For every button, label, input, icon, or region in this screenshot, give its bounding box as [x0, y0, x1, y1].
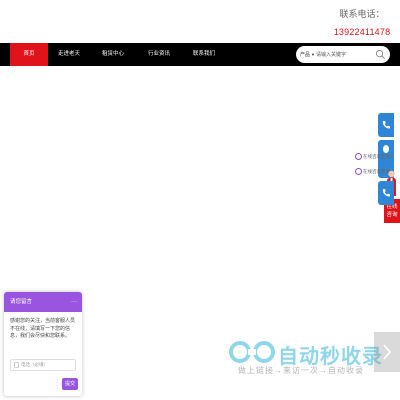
search-box: 产品▼ — [296, 46, 390, 63]
widget-message: 感谢您的关注，当前客服人员不在线，请填写一下您的信息，我们会尽快和您联系。 — [10, 318, 76, 339]
nav-item-contact[interactable]: 联系我们 — [185, 43, 223, 66]
nav-item-news[interactable]: 行业资讯 — [140, 43, 178, 66]
widget-header[interactable]: 请您留言 ··· — [4, 292, 82, 312]
watermark-subtitle: 做上链接→来访一次→自动收录 — [238, 366, 364, 375]
phone-number: 13922411478 — [333, 27, 391, 37]
phone-icon — [382, 189, 390, 197]
watermark-logo-icon — [229, 341, 275, 363]
sidebar-phone-tab[interactable] — [378, 113, 394, 137]
leave-message-widget: 请您留言 ··· 感谢您的关注，当前客服人员不在线，请填写一下您的信息，我们会尽… — [4, 292, 82, 396]
main-nav: 首页 走进老天 租赁中心 行业资讯 联系我们 产品▼ — [0, 43, 400, 66]
next-arrow-button[interactable] — [374, 332, 400, 372]
contact-phone-block: 联系电话： 13922411478 — [332, 8, 392, 39]
service-label: 在线 咨询 — [386, 204, 398, 218]
more-icon[interactable]: ··· — [71, 292, 77, 312]
phone-icon — [382, 121, 390, 129]
submit-button[interactable]: 提交 — [62, 378, 78, 390]
chevron-right-icon — [383, 344, 391, 360]
phone-icon — [14, 362, 19, 368]
qq-row-1[interactable]: 在线咨询客服1 — [355, 152, 393, 162]
qq-row-label: 在线咨询客服1 — [363, 154, 393, 159]
widget-title: 请您留言 — [10, 299, 33, 305]
phone-label: 联系电话： — [339, 9, 385, 19]
phone-field-placeholder: 电话（必填） — [21, 362, 48, 367]
search-category-label: 产品 — [300, 52, 311, 58]
search-input[interactable] — [316, 49, 372, 60]
nav-item-about[interactable]: 走进老天 — [50, 43, 88, 66]
qq-icon — [355, 168, 362, 176]
chevron-down-icon: ▼ — [311, 52, 315, 57]
qq-icon — [355, 153, 362, 161]
phone-field[interactable]: 电话（必填） — [10, 359, 76, 371]
search-icon[interactable] — [375, 49, 386, 60]
nav-item-home[interactable]: 首页 — [10, 43, 48, 66]
sidebar-wechat-tab[interactable] — [378, 181, 394, 205]
watermark: 自动秒收录 做上链接→来访一次→自动收录 — [228, 338, 388, 378]
nav-item-rental[interactable]: 租赁中心 — [94, 43, 132, 66]
search-category-select[interactable]: 产品▼ — [300, 46, 315, 64]
